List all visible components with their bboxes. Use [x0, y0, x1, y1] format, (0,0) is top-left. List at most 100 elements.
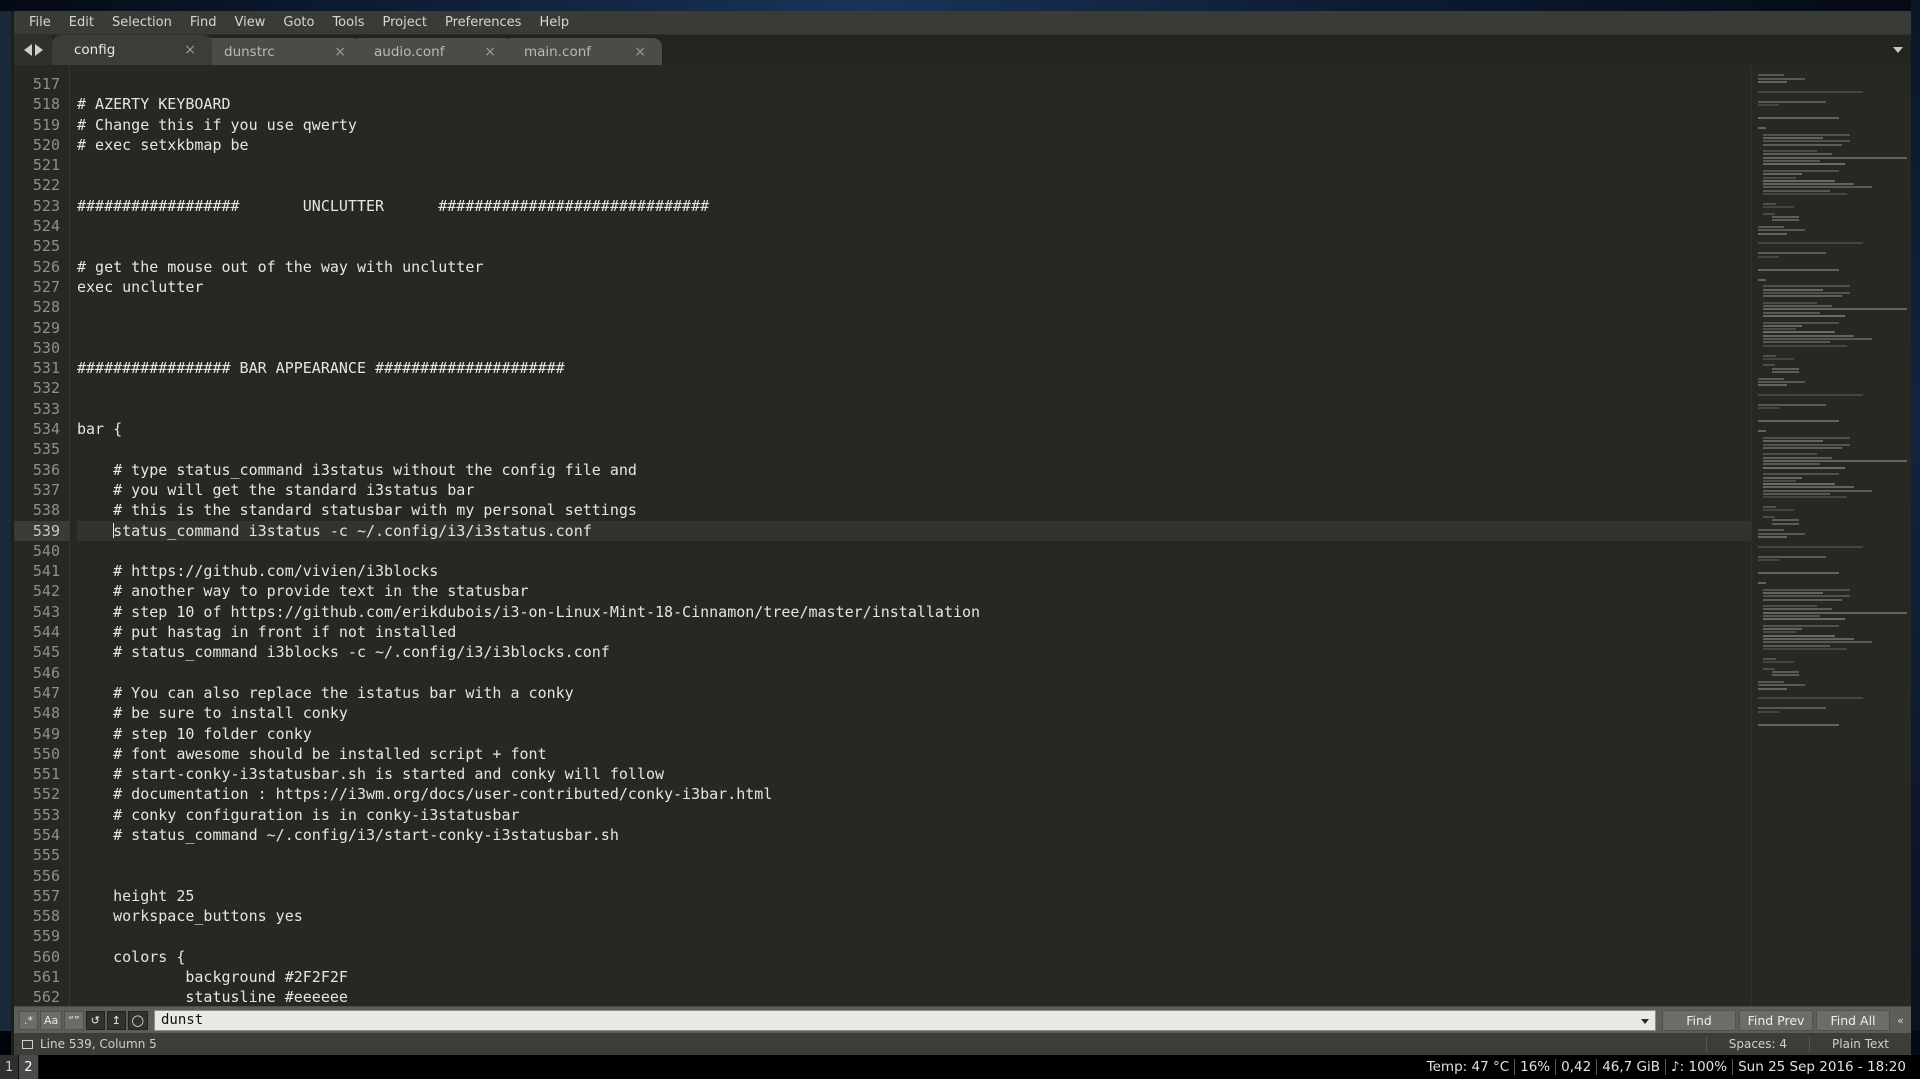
- code-line[interactable]: # step 10 of https://github.com/erikdubo…: [77, 602, 1751, 622]
- workspace-button-2[interactable]: 2: [19, 1055, 39, 1079]
- code-line[interactable]: # Change this if you use qwerty: [77, 115, 1751, 135]
- code-line[interactable]: # step 10 folder conky: [77, 724, 1751, 744]
- code-line[interactable]: [77, 439, 1751, 459]
- code-line[interactable]: workspace_buttons yes: [77, 906, 1751, 926]
- menu-selection[interactable]: Selection: [103, 12, 181, 34]
- code-line-text: # get the mouse out of the way with uncl…: [77, 257, 484, 276]
- code-line-text: ################# BAR APPEARANCE #######…: [77, 359, 565, 378]
- tab-config[interactable]: config ×: [52, 35, 212, 65]
- code-line[interactable]: colors {: [77, 947, 1751, 967]
- code-line[interactable]: # start-conky-i3statusbar.sh is started …: [77, 764, 1751, 784]
- case-sensitive-toggle[interactable]: Aa: [40, 1010, 63, 1030]
- code-line[interactable]: # documentation : https://i3wm.org/docs/…: [77, 784, 1751, 804]
- menu-tools[interactable]: Tools: [323, 12, 373, 34]
- code-line[interactable]: [77, 216, 1751, 236]
- code-line[interactable]: # get the mouse out of the way with uncl…: [77, 257, 1751, 277]
- code-line[interactable]: exec unclutter: [77, 277, 1751, 297]
- code-line[interactable]: # AZERTY KEYBOARD: [77, 94, 1751, 114]
- menu-edit[interactable]: Edit: [60, 12, 103, 34]
- line-number: 561: [32, 968, 60, 987]
- code-line-text: status_command i3status -c ~/.config/i3/…: [113, 521, 592, 540]
- indentation-setting[interactable]: Spaces: 4: [1705, 1036, 1809, 1052]
- regex-toggle[interactable]: .*: [19, 1010, 38, 1030]
- highlight-matches-toggle[interactable]: ◯: [127, 1010, 148, 1030]
- status-bar: Line 539, Column 5 Spaces: 4 Plain Text: [14, 1033, 1911, 1055]
- code-line[interactable]: # status_command i3blocks -c ~/.config/i…: [77, 642, 1751, 662]
- code-line[interactable]: # font awesome should be installed scrip…: [77, 744, 1751, 764]
- code-line[interactable]: [77, 74, 1751, 94]
- code-line[interactable]: [77, 338, 1751, 358]
- line-number: 528: [32, 298, 60, 317]
- line-number: 518: [32, 95, 60, 114]
- code-line-text: # this is the standard statusbar with my…: [77, 501, 637, 520]
- code-line[interactable]: # put hastag in front if not installed: [77, 622, 1751, 642]
- code-line[interactable]: status_command i3status -c ~/.config/i3/…: [77, 520, 1751, 541]
- close-icon[interactable]: ×: [478, 45, 502, 59]
- code-line[interactable]: [77, 175, 1751, 195]
- find-button[interactable]: Find: [1662, 1009, 1736, 1031]
- whole-word-toggle[interactable]: “”: [64, 1010, 84, 1030]
- code-line[interactable]: # this is the standard statusbar with my…: [77, 500, 1751, 520]
- tab-audio-conf[interactable]: audio.conf ×: [352, 38, 512, 65]
- code-line[interactable]: statusline #eeeeee: [77, 987, 1751, 1006]
- syntax-setting[interactable]: Plain Text: [1809, 1036, 1911, 1052]
- chevron-down-icon[interactable]: [1641, 1018, 1649, 1024]
- code-line[interactable]: [77, 926, 1751, 946]
- code-line[interactable]: height 25: [77, 886, 1751, 906]
- code-line-text: # conky configuration is in conky-i3stat…: [77, 805, 520, 824]
- menu-view[interactable]: View: [226, 12, 275, 34]
- code-line[interactable]: # you will get the standard i3status bar: [77, 480, 1751, 500]
- code-line[interactable]: [77, 318, 1751, 338]
- close-icon[interactable]: ×: [178, 43, 202, 57]
- code-content[interactable]: # AZERTY KEYBOARD # Change this if you us…: [70, 65, 1751, 1006]
- tab-dunstrc[interactable]: dunstrc ×: [202, 38, 362, 65]
- code-line[interactable]: # be sure to install conky: [77, 703, 1751, 723]
- regex-toggle-glyph: .*: [24, 1013, 33, 1027]
- find-all-button[interactable]: Find All: [1816, 1009, 1890, 1031]
- code-line[interactable]: [77, 845, 1751, 865]
- tab-main-conf[interactable]: main.conf ×: [502, 38, 662, 65]
- i3-status-disk-free: 46,7 GiB: [1597, 1059, 1667, 1075]
- code-line[interactable]: [77, 866, 1751, 886]
- code-line[interactable]: ################## UNCLUTTER ###########…: [77, 196, 1751, 216]
- find-prev-button[interactable]: Find Prev: [1739, 1009, 1813, 1031]
- menu-goto[interactable]: Goto: [274, 12, 323, 34]
- code-line[interactable]: [77, 399, 1751, 419]
- code-line[interactable]: [77, 541, 1751, 561]
- menu-file[interactable]: File: [20, 12, 60, 34]
- code-line[interactable]: [77, 378, 1751, 398]
- workspace-button-1[interactable]: 1: [0, 1055, 20, 1079]
- line-number: 535: [32, 440, 60, 459]
- wrap-toggle[interactable]: ↺: [85, 1010, 105, 1030]
- menu-preferences[interactable]: Preferences: [436, 12, 530, 34]
- menu-help[interactable]: Help: [530, 12, 578, 34]
- code-line[interactable]: # exec setxkbmap be: [77, 135, 1751, 155]
- code-line[interactable]: # conky configuration is in conky-i3stat…: [77, 805, 1751, 825]
- code-line[interactable]: # You can also replace the istatus bar w…: [77, 683, 1751, 703]
- code-line[interactable]: [77, 155, 1751, 175]
- find-input[interactable]: dunst: [153, 1009, 1656, 1031]
- close-icon[interactable]: ×: [628, 45, 652, 59]
- code-line[interactable]: [77, 236, 1751, 256]
- minimap[interactable]: [1751, 65, 1911, 1006]
- code-line[interactable]: [77, 663, 1751, 683]
- code-line[interactable]: bar {: [77, 419, 1751, 439]
- code-line[interactable]: background #2F2F2F: [77, 967, 1751, 987]
- line-number: 550: [32, 744, 60, 763]
- code-line[interactable]: # https://github.com/vivien/i3blocks: [77, 561, 1751, 581]
- close-icon[interactable]: ×: [328, 45, 352, 59]
- code-line[interactable]: # type status_command i3status without t…: [77, 460, 1751, 480]
- code-line[interactable]: # status_command ~/.config/i3/start-conk…: [77, 825, 1751, 845]
- i3-status-datetime: Sun 25 Sep 2016 - 18:20: [1738, 1059, 1906, 1075]
- code-line[interactable]: ################# BAR APPEARANCE #######…: [77, 358, 1751, 378]
- tab-scroll-arrows[interactable]: [14, 35, 52, 65]
- menu-project[interactable]: Project: [373, 12, 435, 34]
- code-line[interactable]: [77, 297, 1751, 317]
- arrow-right-icon[interactable]: [34, 44, 43, 56]
- find-panel-collapse-icon[interactable]: «: [1892, 1010, 1909, 1031]
- arrow-left-icon[interactable]: [23, 44, 32, 56]
- in-selection-toggle[interactable]: ↥: [106, 1010, 126, 1030]
- code-line[interactable]: # another way to provide text in the sta…: [77, 581, 1751, 601]
- tab-overflow-button[interactable]: [1885, 35, 1911, 65]
- menu-find[interactable]: Find: [181, 12, 226, 34]
